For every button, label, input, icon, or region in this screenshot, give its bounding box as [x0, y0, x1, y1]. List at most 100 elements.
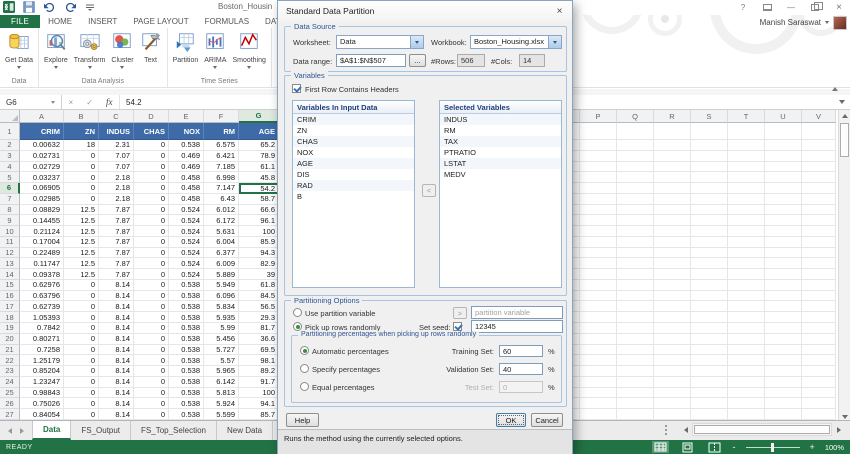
- horizontal-scroll-thumb[interactable]: [694, 425, 830, 434]
- column-header-U[interactable]: U: [765, 110, 802, 123]
- list-item[interactable]: CHAS: [293, 136, 414, 147]
- cell[interactable]: [573, 334, 580, 345]
- column-header-T[interactable]: T: [728, 110, 765, 123]
- cell[interactable]: [728, 355, 765, 366]
- cell[interactable]: [580, 355, 617, 366]
- cell[interactable]: [802, 215, 836, 226]
- cell[interactable]: 0.21124: [20, 226, 64, 237]
- cell[interactable]: 36.6: [239, 334, 277, 345]
- cell[interactable]: 0.524: [169, 205, 204, 216]
- cell[interactable]: [654, 366, 691, 377]
- cell[interactable]: [580, 398, 617, 409]
- cell[interactable]: [691, 205, 728, 216]
- cell[interactable]: [617, 377, 654, 388]
- cell[interactable]: [802, 323, 836, 334]
- ribbon-display-options-icon[interactable]: [760, 2, 774, 13]
- cell[interactable]: [580, 366, 617, 377]
- header-cell-ZN[interactable]: ZN: [64, 123, 99, 140]
- cell[interactable]: 94.3: [239, 248, 277, 259]
- ribbon-button-explore[interactable]: Explore: [42, 29, 70, 69]
- workbook-combo[interactable]: Boston_Housing.xlsx: [470, 35, 562, 49]
- cell[interactable]: 65.2: [239, 140, 277, 151]
- cell[interactable]: [580, 205, 617, 216]
- cell[interactable]: [802, 409, 836, 420]
- row-header-22[interactable]: 22: [0, 355, 20, 366]
- cell[interactable]: [573, 377, 580, 388]
- cell[interactable]: [617, 205, 654, 216]
- normal-view-icon[interactable]: [652, 441, 669, 453]
- cell[interactable]: 7.07: [99, 151, 134, 162]
- cell[interactable]: 0: [134, 323, 169, 334]
- column-header-G[interactable]: G: [239, 110, 277, 123]
- cell[interactable]: [573, 226, 580, 237]
- cell[interactable]: [654, 334, 691, 345]
- cell[interactable]: 0.524: [169, 248, 204, 259]
- cell[interactable]: 0.14455: [20, 215, 64, 226]
- cell[interactable]: 0.62739: [20, 301, 64, 312]
- spreadsheet-grid-left[interactable]: ABCDEFG1CRIMZNINDUSCHASNOXRMAGE20.006321…: [0, 110, 277, 420]
- column-header-Q[interactable]: Q: [617, 110, 654, 123]
- cancel-button[interactable]: Cancel: [531, 413, 563, 427]
- dialog-close-icon[interactable]: ×: [552, 4, 567, 18]
- cell[interactable]: [728, 377, 765, 388]
- cell[interactable]: 18: [64, 140, 99, 151]
- cell[interactable]: 0: [64, 334, 99, 345]
- zoom-in-icon[interactable]: +: [810, 442, 815, 452]
- cell[interactable]: [654, 388, 691, 399]
- cell[interactable]: [691, 409, 728, 420]
- cell[interactable]: 12.5: [64, 215, 99, 226]
- cell[interactable]: 0.538: [169, 291, 204, 302]
- cell[interactable]: 1.25179: [20, 355, 64, 366]
- cell[interactable]: 0: [134, 301, 169, 312]
- cell[interactable]: [802, 258, 836, 269]
- cell[interactable]: 0.03237: [20, 172, 64, 183]
- selected-cell-G6[interactable]: 54.2: [239, 183, 277, 194]
- ribbon-tab-formulas[interactable]: FORMULAS: [197, 15, 257, 28]
- automatic-percentages-radio[interactable]: [300, 346, 309, 355]
- cell[interactable]: [802, 205, 836, 216]
- cell[interactable]: [765, 162, 802, 173]
- cell[interactable]: 6.43: [204, 194, 239, 205]
- row-header-16[interactable]: 16: [0, 291, 20, 302]
- cell[interactable]: 5.889: [204, 269, 239, 280]
- column-header-stub[interactable]: [573, 110, 580, 123]
- cell[interactable]: 0: [134, 280, 169, 291]
- cell[interactable]: 7.07: [99, 162, 134, 173]
- row-header-2[interactable]: 2: [0, 140, 20, 151]
- cell[interactable]: [765, 183, 802, 194]
- cell[interactable]: 0.538: [169, 345, 204, 356]
- page-layout-view-icon[interactable]: [679, 441, 696, 453]
- cell[interactable]: 0: [134, 215, 169, 226]
- cell[interactable]: 0.538: [169, 355, 204, 366]
- cell[interactable]: 0.538: [169, 280, 204, 291]
- header-cell-CRIM[interactable]: CRIM: [20, 123, 64, 140]
- cell[interactable]: [617, 291, 654, 302]
- scroll-left-icon[interactable]: [679, 423, 692, 436]
- cell[interactable]: [573, 366, 580, 377]
- cell[interactable]: 2.18: [99, 172, 134, 183]
- cell[interactable]: [580, 345, 617, 356]
- sheet-tab-new-data[interactable]: New Data: [217, 421, 273, 440]
- cell[interactable]: [617, 409, 654, 420]
- cell[interactable]: 85.7: [239, 409, 277, 420]
- cell[interactable]: [802, 301, 836, 312]
- cell[interactable]: [617, 323, 654, 334]
- cell[interactable]: [654, 183, 691, 194]
- cell[interactable]: [580, 194, 617, 205]
- cell[interactable]: 0.524: [169, 269, 204, 280]
- name-box-chevron-icon[interactable]: [51, 101, 55, 104]
- cell[interactable]: [654, 162, 691, 173]
- cell[interactable]: 0: [64, 162, 99, 173]
- cell[interactable]: 6.377: [204, 248, 239, 259]
- list-item[interactable]: INDUS: [440, 114, 561, 125]
- chevron-down-icon[interactable]: [548, 36, 561, 48]
- cell[interactable]: 6.142: [204, 377, 239, 388]
- cell[interactable]: 82.9: [239, 258, 277, 269]
- cell[interactable]: 7.87: [99, 269, 134, 280]
- cell[interactable]: [728, 398, 765, 409]
- row-header-11[interactable]: 11: [0, 237, 20, 248]
- cell[interactable]: 0: [64, 388, 99, 399]
- list-item[interactable]: CRIM: [293, 114, 414, 125]
- worksheet-combo[interactable]: Data: [336, 35, 424, 49]
- cell[interactable]: [802, 183, 836, 194]
